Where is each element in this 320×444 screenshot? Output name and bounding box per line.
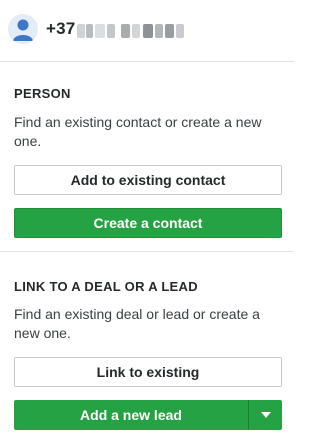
phone-number: +37 xyxy=(46,19,185,39)
person-icon xyxy=(13,19,33,41)
link-to-existing-button[interactable]: Link to existing xyxy=(14,357,282,387)
person-section-title: PERSON xyxy=(14,86,71,101)
person-section: PERSON Find an existing contact or creat… xyxy=(0,63,294,252)
redacted-phone-digits xyxy=(77,23,185,38)
add-new-lead-button[interactable]: Add a new lead xyxy=(14,400,248,430)
avatar xyxy=(8,14,38,44)
contact-header: +37 xyxy=(0,0,294,62)
add-new-lead-split-button: Add a new lead xyxy=(14,400,282,430)
link-section-description: Find an existing deal or lead or create … xyxy=(14,306,260,341)
add-to-existing-contact-button[interactable]: Add to existing contact xyxy=(14,165,282,195)
link-section-title: LINK TO A DEAL OR A LEAD xyxy=(14,279,198,294)
add-lead-dropdown-toggle[interactable] xyxy=(248,400,282,430)
caret-down-icon xyxy=(260,412,271,418)
phone-prefix: +37 xyxy=(46,19,76,38)
create-contact-button[interactable]: Create a contact xyxy=(14,208,282,238)
person-section-description: Find an existing contact or create a new… xyxy=(14,114,262,149)
link-deal-lead-section: LINK TO A DEAL OR A LEAD Find an existin… xyxy=(0,253,294,444)
